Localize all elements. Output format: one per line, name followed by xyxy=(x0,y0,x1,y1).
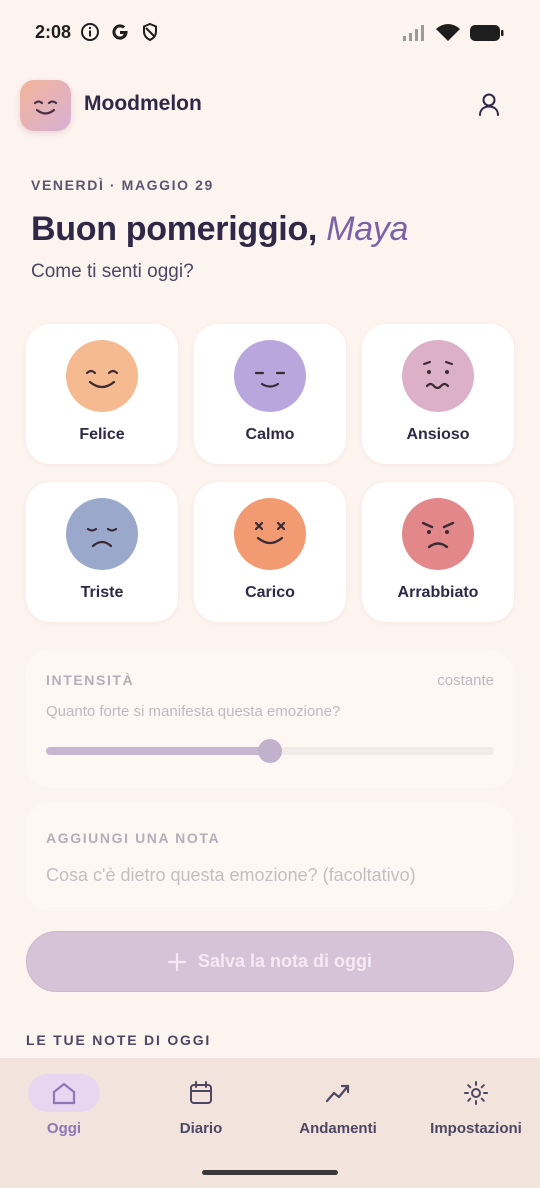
nav-item-oggi[interactable]: Oggi xyxy=(4,1074,124,1154)
person-icon xyxy=(479,93,499,116)
note-card: AGGIUNGI UNA NOTA xyxy=(26,803,514,911)
battery-icon xyxy=(470,25,504,41)
angry-face-icon xyxy=(402,498,474,570)
cell-signal-icon xyxy=(403,25,424,41)
status-notification-icons xyxy=(80,22,160,42)
mood-label: Ansioso xyxy=(406,426,470,443)
nav-icon-container xyxy=(28,1074,100,1112)
nav-label: Diario xyxy=(179,1120,223,1137)
home-indicator xyxy=(202,1170,338,1175)
mood-card-calmo[interactable]: Calmo xyxy=(194,324,346,464)
calendar-icon xyxy=(190,1081,212,1104)
intensity-question: Quanto forte si manifesta questa emozion… xyxy=(46,703,341,720)
nav-icon-container xyxy=(165,1074,237,1112)
note-input[interactable] xyxy=(46,865,486,886)
sad-face-icon xyxy=(66,498,138,570)
user-name: Maya xyxy=(326,210,409,248)
note-title: AGGIUNGI UNA NOTA xyxy=(46,830,221,846)
bottom-navigation: Oggi Diario Andamenti Impostazioni xyxy=(0,1058,540,1188)
nav-label: Andamenti xyxy=(299,1120,377,1137)
intensity-title: INTENSITÀ xyxy=(46,672,135,688)
nav-item-impostazioni[interactable]: Impostazioni xyxy=(416,1074,536,1154)
mood-label: Calmo xyxy=(245,426,295,443)
nav-icon-container xyxy=(440,1074,512,1112)
profile-button[interactable] xyxy=(472,88,506,122)
info-circle-icon xyxy=(81,23,99,41)
mood-question: Come ti senti oggi? xyxy=(31,261,194,282)
intensity-card: INTENSITÀ costante Quanto forte si manif… xyxy=(26,650,514,788)
excited-face-icon xyxy=(234,498,306,570)
intensity-slider-thumb[interactable] xyxy=(258,739,282,763)
intensity-value: costante xyxy=(437,672,494,689)
mood-card-ansioso[interactable]: Ansioso xyxy=(362,324,514,464)
trend-line-icon xyxy=(325,1084,350,1103)
calm-face-icon xyxy=(234,340,306,412)
status-system-icons xyxy=(402,24,504,42)
mood-card-carico[interactable]: Carico xyxy=(194,482,346,622)
mood-label: Arrabbiato xyxy=(397,584,479,601)
nav-item-diario[interactable]: Diario xyxy=(141,1074,261,1154)
mood-label: Carico xyxy=(245,584,295,601)
mood-label: Triste xyxy=(80,584,124,601)
anxious-face-icon xyxy=(402,340,474,412)
intensity-slider-fill xyxy=(46,747,270,755)
status-time: 2:08 xyxy=(35,22,72,42)
nav-icon-container xyxy=(302,1074,374,1112)
nav-label: Oggi xyxy=(46,1120,82,1137)
today-notes-heading: LE TUE NOTE DI OGGI xyxy=(26,1032,212,1048)
shield-icon xyxy=(143,22,157,42)
intensity-slider[interactable] xyxy=(46,739,494,763)
mood-card-triste[interactable]: Triste xyxy=(26,482,178,622)
sun-gear-icon xyxy=(464,1081,488,1105)
plus-icon xyxy=(167,952,186,971)
google-g-icon xyxy=(112,24,128,40)
mood-card-arrabbiato[interactable]: Arrabbiato xyxy=(362,482,514,622)
status-bar: 2:08 xyxy=(0,0,540,64)
date-label: VENERDÌ · MAGGIO 29 xyxy=(31,177,214,193)
wifi-icon xyxy=(436,24,460,41)
greeting-heading: Buon pomeriggio, Maya xyxy=(31,210,408,249)
home-icon xyxy=(52,1082,76,1105)
save-note-label: Salva la nota di oggi xyxy=(197,951,373,971)
save-note-button[interactable]: Salva la nota di oggi xyxy=(26,931,514,992)
mood-card-felice[interactable]: Felice xyxy=(26,324,178,464)
mood-label: Felice xyxy=(79,426,125,443)
nav-item-andamenti[interactable]: Andamenti xyxy=(278,1074,398,1154)
app-title: Moodmelon xyxy=(84,92,202,115)
nav-label: Impostazioni xyxy=(430,1120,522,1137)
greeting-prefix: Buon pomeriggio, xyxy=(31,210,318,248)
happy-face-icon xyxy=(66,340,138,412)
smiling-face-icon xyxy=(33,100,58,115)
app-logo xyxy=(20,80,71,131)
